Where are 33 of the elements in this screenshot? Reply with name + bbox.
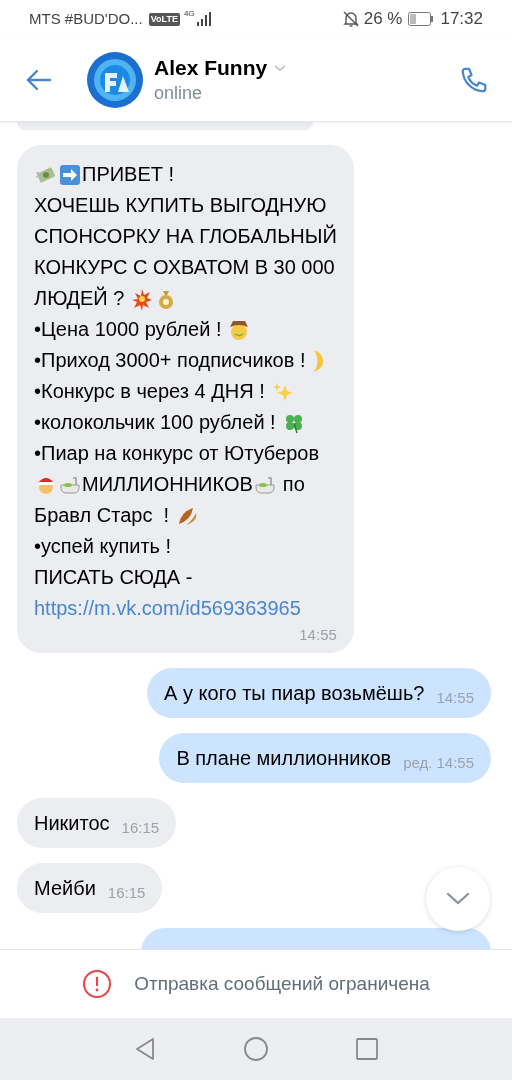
message-text: •колокольчик 100 рублей ! bbox=[34, 410, 276, 435]
clock: 17:32 bbox=[440, 8, 483, 31]
message-time: 16:15 bbox=[121, 818, 160, 838]
contact-name[interactable]: Alex Funny bbox=[154, 54, 268, 81]
message-text: Бравл Старс ! bbox=[34, 503, 170, 528]
restriction-notice: Отправка сообщений ограничена bbox=[134, 971, 430, 996]
message-time: 14:55 bbox=[299, 625, 337, 645]
message-text: по bbox=[282, 472, 305, 497]
message-text: МИЛЛИОННИКОВ bbox=[82, 472, 253, 497]
message-text: •Пиар на конкурс от Ютуберов bbox=[34, 441, 320, 466]
message-text: •Конкурс в через 4 ДНЯ ! bbox=[34, 379, 265, 404]
network-type: 4G bbox=[183, 10, 195, 18]
message-text: Мейби bbox=[34, 875, 96, 901]
message-text: В плане миллионников bbox=[176, 745, 392, 771]
message-text: •Приход 3000+ подписчиков ! bbox=[34, 348, 306, 373]
message-text: А у кого ты пиар возьмёшь? bbox=[164, 680, 425, 706]
message-text: ПИСАТЬ СЮДА - bbox=[34, 565, 193, 590]
message-text: ПРИВЕТ ! bbox=[82, 162, 175, 187]
message-time: 14:55 bbox=[436, 753, 474, 773]
message-time: 16:15 bbox=[107, 883, 146, 903]
message-time: 14:55 bbox=[436, 688, 474, 708]
message-text: Никитос bbox=[34, 810, 110, 836]
volte-badge: VoLTE bbox=[148, 12, 180, 26]
message-text: ХОЧЕШЬ КУПИТЬ ВЫГОДНУЮ bbox=[34, 193, 327, 218]
message-text: •Цена 1000 рублей ! bbox=[34, 317, 222, 342]
online-status: online bbox=[154, 81, 204, 105]
edited-label: ред. bbox=[403, 753, 433, 773]
message-text: КОНКУРС С ОХВАТОМ В 30 000 bbox=[34, 255, 335, 280]
battery-percent: 26 % bbox=[363, 8, 403, 31]
message-text: ЛЮДЕЙ ? bbox=[34, 285, 125, 311]
message-text: СПОНСОРКУ НА ГЛОБАЛЬНЫЙ bbox=[34, 223, 337, 249]
message-text: •успей купить ! bbox=[34, 534, 172, 559]
carrier-name: MTS #BUD'DO... bbox=[29, 8, 143, 29]
